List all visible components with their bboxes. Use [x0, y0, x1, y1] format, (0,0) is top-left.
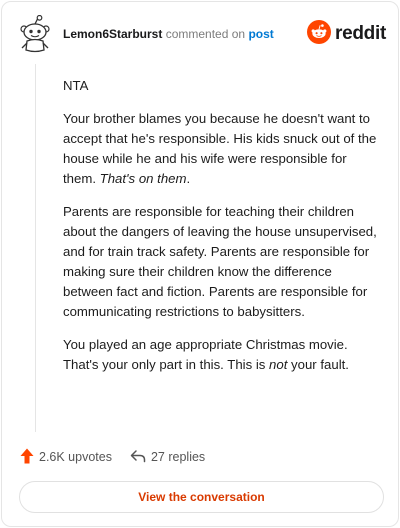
reply-arrow-icon [130, 449, 146, 466]
comment-card: Lemon6Starburst commented on post reddit [1, 1, 399, 527]
action-text: commented on [165, 27, 246, 41]
reply-count: 27 replies [150, 450, 206, 464]
comment-actions: 2.6K upvotes 27 replies [20, 447, 205, 467]
upvote-button[interactable]: 2.6K upvotes [20, 448, 112, 467]
emphasis-text: not [269, 357, 288, 372]
post-link[interactable]: post [248, 27, 273, 41]
view-conversation-button[interactable]: View the conversation [19, 481, 384, 513]
reddit-logo[interactable]: reddit [307, 19, 386, 49]
comment-paragraph: NTA [63, 78, 89, 93]
comment-paragraph: Parents are responsible for teaching the… [63, 204, 377, 319]
comment-paragraph: You played an age appropriate Christmas … [63, 337, 349, 372]
replies-button[interactable]: 27 replies [130, 449, 205, 466]
upvote-count: 2.6K upvotes [39, 450, 112, 464]
comment-header: Lemon6Starburst commented on post reddit [16, 14, 388, 55]
reddit-logo-icon [307, 19, 332, 49]
comment-body: NTA Your brother blames you because he d… [63, 76, 379, 388]
upvote-arrow-icon [20, 448, 34, 467]
emphasis-text: That's on them [99, 171, 187, 186]
comment-meta: Lemon6Starburst commented on post [63, 27, 274, 41]
username[interactable]: Lemon6Starburst [63, 27, 162, 41]
comment-paragraph: Your brother blames you because he doesn… [63, 111, 377, 186]
snoo-avatar-icon[interactable] [16, 14, 52, 55]
reddit-wordmark: reddit [335, 23, 386, 44]
thread-line [35, 64, 36, 432]
